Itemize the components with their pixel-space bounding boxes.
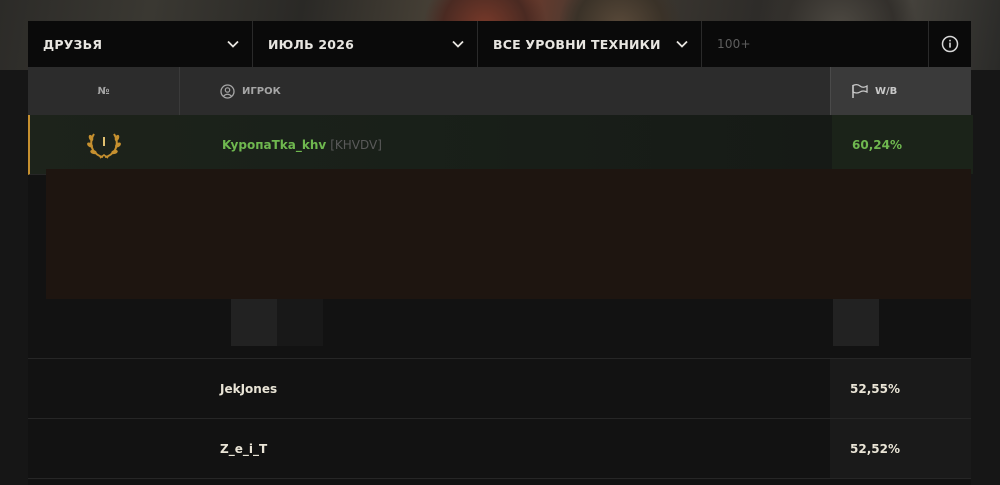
player-name[interactable]: KypoпaTka_khv [KHVDV] (222, 115, 382, 174)
table-row[interactable]: Z_e_i_T 52,52% (28, 419, 971, 479)
laurel-icon (87, 133, 121, 159)
rank-column-header[interactable]: № (28, 67, 180, 115)
winrate-column-header[interactable]: W/B (830, 67, 971, 115)
player-nickname: KypoпaTka_khv (222, 137, 327, 152)
loading-row (28, 299, 971, 359)
period-label: ИЮЛЬ 2026 (268, 36, 354, 52)
skeleton-block (231, 299, 277, 346)
tier-label: ВСЕ УРОВНИ ТЕХНИКИ (493, 36, 661, 52)
clan-tag: [KHVDV] (330, 137, 382, 152)
info-icon (941, 35, 959, 53)
chevron-down-icon (452, 40, 464, 48)
battles-min-input[interactable]: 100+ (702, 21, 929, 67)
winrate-header-label: W/B (875, 85, 898, 97)
tier-dropdown[interactable]: ВСЕ УРОВНИ ТЕХНИКИ (478, 21, 702, 67)
skeleton-block (277, 299, 323, 346)
scope-label: ДРУЗЬЯ (43, 36, 103, 52)
winrate-value: 52,52% (850, 441, 900, 456)
table-header: № ИГРОК W/B (28, 67, 971, 115)
player-header-label: ИГРОК (242, 85, 281, 97)
skeleton-block (833, 299, 879, 346)
scope-dropdown[interactable]: ДРУЗЬЯ (28, 21, 253, 67)
overlay-block (46, 169, 971, 299)
info-button[interactable] (929, 21, 971, 67)
battles-min-placeholder: 100+ (717, 37, 751, 51)
flag-icon (852, 83, 868, 98)
player-nickname: Z_e_i_T (220, 441, 268, 456)
player-name[interactable]: Z_e_i_T (220, 419, 267, 478)
leaderboard-page: ДРУЗЬЯ ИЮЛЬ 2026 ВСЕ УРОВНИ ТЕХНИКИ 100+ (0, 0, 1000, 485)
winrate-value: 52,55% (850, 381, 900, 396)
rank-header-label: № (97, 85, 110, 97)
period-dropdown[interactable]: ИЮЛЬ 2026 (253, 21, 478, 67)
user-circle-icon (220, 83, 235, 99)
table-row[interactable]: JekJones 52,55% (28, 359, 971, 419)
filter-bar: ДРУЗЬЯ ИЮЛЬ 2026 ВСЕ УРОВНИ ТЕХНИКИ 100+ (28, 21, 971, 67)
leaderboard-panel: ДРУЗЬЯ ИЮЛЬ 2026 ВСЕ УРОВНИ ТЕХНИКИ 100+ (28, 21, 973, 485)
player-column-header[interactable]: ИГРОК (220, 67, 281, 115)
table-row[interactable]: KypoпaTka_khv [KHVDV] 60,24% (28, 115, 973, 175)
player-name[interactable]: JekJones (220, 359, 277, 418)
chevron-down-icon (227, 40, 239, 48)
player-nickname: JekJones (220, 381, 278, 396)
winrate-value: 60,24% (852, 137, 902, 152)
chevron-down-icon (676, 40, 688, 48)
